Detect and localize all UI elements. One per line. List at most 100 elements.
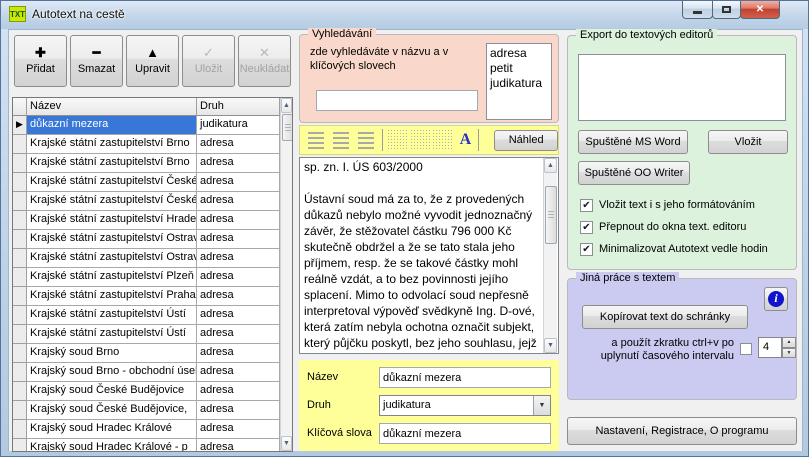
cell-druh[interactable]: judikatura bbox=[197, 116, 280, 135]
export-listbox[interactable] bbox=[578, 54, 786, 121]
cell-druh[interactable]: adresa bbox=[197, 230, 280, 249]
toolbar-button-smazat[interactable]: ━Smazat bbox=[70, 35, 123, 87]
table-row[interactable]: Krajské státní zastupitelství Českéadres… bbox=[13, 173, 280, 192]
cell-nazev[interactable]: Krajský soud Hradec Králové - p bbox=[27, 439, 197, 452]
cell-druh[interactable]: adresa bbox=[197, 325, 280, 344]
cell-nazev[interactable]: důkazní mezera bbox=[27, 116, 197, 135]
table-row[interactable]: Krajský soud Brnoadresa bbox=[13, 344, 280, 363]
table-row[interactable]: Krajský soud Hradec Královéadresa bbox=[13, 420, 280, 439]
table-row[interactable]: Krajské státní zastupitelství Ústíadresa bbox=[13, 306, 280, 325]
copy-clipboard-button[interactable]: Kopírovat text do schránky bbox=[582, 305, 748, 329]
cell-druh[interactable]: adresa bbox=[197, 344, 280, 363]
nazev-input[interactable] bbox=[379, 367, 551, 388]
preview-text[interactable]: sp. zn. I. ÚS 603/2000 Ústavní soud má z… bbox=[300, 158, 543, 353]
column-header-nazev[interactable]: Název bbox=[27, 98, 197, 116]
keyword-item[interactable]: adresa bbox=[490, 46, 548, 61]
info-button[interactable]: i bbox=[764, 287, 788, 311]
cell-nazev[interactable]: Krajské státní zastupitelství Brno bbox=[27, 154, 197, 173]
interval-spinner: ▲ ▼ bbox=[782, 337, 796, 358]
cell-nazev[interactable]: Krajské státní zastupitelství Ostrava bbox=[27, 230, 197, 249]
interval-spin-input[interactable]: 4 bbox=[758, 337, 782, 358]
maximize-button[interactable] bbox=[712, 1, 741, 19]
cell-druh[interactable]: adresa bbox=[197, 135, 280, 154]
vlozit-button[interactable]: Vložit bbox=[708, 130, 788, 154]
cell-nazev[interactable]: Krajské státní zastupitelství České bbox=[27, 192, 197, 211]
cell-nazev[interactable]: Krajské státní zastupitelství Ústí bbox=[27, 306, 197, 325]
scroll-up-icon[interactable]: ▲ bbox=[281, 98, 292, 113]
cell-druh[interactable]: adresa bbox=[197, 173, 280, 192]
cell-druh[interactable]: adresa bbox=[197, 211, 280, 230]
cell-druh[interactable]: adresa bbox=[197, 154, 280, 173]
cell-nazev[interactable]: Krajské státní zastupitelství Ostrava bbox=[27, 249, 197, 268]
druh-combobox[interactable]: judikatura ▼ bbox=[379, 395, 551, 416]
cell-druh[interactable]: adresa bbox=[197, 363, 280, 382]
cell-druh[interactable]: adresa bbox=[197, 192, 280, 211]
close-button[interactable]: ✕ bbox=[740, 1, 780, 19]
checkbox[interactable]: ✔ bbox=[580, 243, 593, 256]
cell-nazev[interactable]: Krajské státní zastupitelství Praha bbox=[27, 287, 197, 306]
settings-button[interactable]: Nastavení, Registrace, O programu bbox=[567, 417, 797, 445]
table-row[interactable]: Krajské státní zastupitelství Prahaadres… bbox=[13, 287, 280, 306]
klicova-input[interactable] bbox=[379, 423, 551, 444]
cell-nazev[interactable]: Krajský soud České Budějovice bbox=[27, 382, 197, 401]
cell-druh[interactable]: adresa bbox=[197, 439, 280, 452]
checkbox[interactable]: ✔ bbox=[580, 221, 593, 234]
table-row[interactable]: Krajské státní zastupitelství Plzeňadres… bbox=[13, 268, 280, 287]
table-scrollbar[interactable]: ▲ ▼ bbox=[280, 98, 292, 451]
scroll-thumb[interactable] bbox=[545, 186, 557, 244]
interval-checkbox[interactable] bbox=[740, 343, 752, 355]
table-row[interactable]: Krajské státní zastupitelství Českéadres… bbox=[13, 192, 280, 211]
preview-scrollbar[interactable]: ▲ ▼ bbox=[543, 158, 557, 353]
toolbar-button-pridat[interactable]: ✚Přidat bbox=[14, 35, 67, 87]
cell-druh[interactable]: adresa bbox=[197, 306, 280, 325]
oowriter-button[interactable]: Spuštěné OO Writer bbox=[578, 161, 690, 185]
cell-nazev[interactable]: Krajské státní zastupitelství Hradec bbox=[27, 211, 197, 230]
row-marker bbox=[13, 401, 27, 420]
scroll-down-icon[interactable]: ▼ bbox=[281, 436, 292, 451]
spin-down-button[interactable]: ▼ bbox=[782, 348, 796, 359]
search-input[interactable] bbox=[316, 90, 478, 111]
cell-nazev[interactable]: Krajské státní zastupitelství Plzeň bbox=[27, 268, 197, 287]
search-hint: zde vyhledáváte v názvu a v klíčových sl… bbox=[310, 45, 488, 73]
minimize-button[interactable] bbox=[682, 1, 713, 19]
cell-druh[interactable]: adresa bbox=[197, 268, 280, 287]
format-icon-2 bbox=[411, 130, 431, 150]
cell-nazev[interactable]: Krajské státní zastupitelství České bbox=[27, 173, 197, 192]
column-header-druh[interactable]: Druh bbox=[197, 98, 280, 116]
cell-nazev[interactable]: Krajský soud České Budějovice, bbox=[27, 401, 197, 420]
cell-nazev[interactable]: Krajské státní zastupitelství Ústí bbox=[27, 325, 197, 344]
table-row[interactable]: Krajský soud České Budějoviceadresa bbox=[13, 382, 280, 401]
chevron-down-icon[interactable]: ▼ bbox=[533, 396, 550, 415]
cell-nazev[interactable]: Krajský soud Brno - obchodní úsek bbox=[27, 363, 197, 382]
cell-druh[interactable]: adresa bbox=[197, 420, 280, 439]
table-row[interactable]: Krajské státní zastupitelství Ústíadresa bbox=[13, 325, 280, 344]
font-icon[interactable]: A bbox=[456, 131, 474, 149]
spin-up-button[interactable]: ▲ bbox=[782, 337, 796, 348]
cell-druh[interactable]: adresa bbox=[197, 287, 280, 306]
table-row[interactable]: Krajské státní zastupitelství Ostravaadr… bbox=[13, 249, 280, 268]
cell-druh[interactable]: adresa bbox=[197, 401, 280, 420]
table-row[interactable]: Krajský soud České Budějovice,adresa bbox=[13, 401, 280, 420]
scroll-thumb[interactable] bbox=[282, 114, 293, 141]
scroll-down-icon[interactable]: ▼ bbox=[544, 338, 557, 353]
table-row[interactable]: Krajské státní zastupitelství Brnoadresa bbox=[13, 135, 280, 154]
nahled-button[interactable]: Náhled bbox=[494, 130, 558, 151]
table-row[interactable]: ▶důkazní mezerajudikatura bbox=[13, 116, 280, 135]
cell-druh[interactable]: adresa bbox=[197, 382, 280, 401]
table-row[interactable]: Krajský soud Brno - obchodní úsekadresa bbox=[13, 363, 280, 382]
checkbox[interactable]: ✔ bbox=[580, 199, 593, 212]
table-row[interactable]: Krajské státní zastupitelství Hradecadre… bbox=[13, 211, 280, 230]
cell-nazev[interactable]: Krajský soud Brno bbox=[27, 344, 197, 363]
keyword-item[interactable]: judikatura bbox=[490, 76, 548, 91]
scroll-up-icon[interactable]: ▲ bbox=[544, 158, 557, 173]
keyword-listbox[interactable]: adresapetitjudikatura bbox=[486, 43, 552, 120]
table-row[interactable]: Krajské státní zastupitelství Ostravaadr… bbox=[13, 230, 280, 249]
table-row[interactable]: Krajský soud Hradec Králové - padresa bbox=[13, 439, 280, 452]
cell-nazev[interactable]: Krajské státní zastupitelství Brno bbox=[27, 135, 197, 154]
keyword-item[interactable]: petit bbox=[490, 61, 548, 76]
toolbar-button-upravit[interactable]: ▲Upravit bbox=[126, 35, 179, 87]
table-row[interactable]: Krajské státní zastupitelství Brnoadresa bbox=[13, 154, 280, 173]
cell-nazev[interactable]: Krajský soud Hradec Králové bbox=[27, 420, 197, 439]
msword-button[interactable]: Spuštěné MS Word bbox=[578, 130, 688, 154]
cell-druh[interactable]: adresa bbox=[197, 249, 280, 268]
